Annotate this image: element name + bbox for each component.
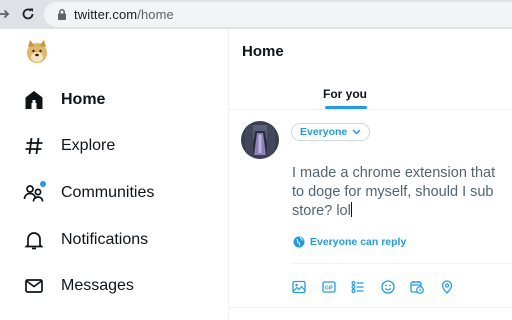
compose-line-3: store? lol	[292, 203, 351, 219]
address-bar[interactable]: twitter.com/home	[44, 2, 512, 27]
image-icon[interactable]	[291, 279, 307, 295]
composer-toolbar: GIF	[291, 279, 468, 295]
schedule-icon[interactable]	[409, 279, 425, 295]
chevron-down-icon	[352, 129, 361, 135]
composer-bottom-divider	[229, 307, 512, 308]
reload-icon[interactable]	[20, 6, 36, 22]
tweet-compose-input[interactable]: I made a chrome extension that to doge f…	[292, 164, 512, 221]
sidebar: Home Explore Communities Notifications M…	[0, 29, 228, 320]
globe-icon	[293, 236, 305, 248]
envelope-icon	[22, 274, 46, 298]
page-title: Home	[242, 43, 284, 60]
sidebar-item-home[interactable]: Home	[22, 83, 222, 117]
main-column: Home For you Everyone I made a chrome ex…	[229, 29, 512, 320]
tabs-divider	[229, 109, 512, 110]
emoji-icon[interactable]	[380, 279, 396, 295]
home-icon	[22, 88, 46, 112]
audience-label: Everyone	[300, 126, 348, 138]
gif-icon[interactable]: GIF	[321, 279, 337, 295]
avatar[interactable]	[241, 121, 279, 159]
bell-icon	[22, 228, 46, 252]
hashtag-icon	[22, 134, 46, 158]
communities-icon	[22, 181, 46, 205]
reply-setting-button[interactable]: Everyone can reply	[293, 236, 406, 248]
composer-divider	[291, 263, 512, 264]
poll-icon[interactable]	[350, 279, 366, 295]
compose-line-1: I made a chrome extension that	[292, 165, 496, 181]
svg-text:GIF: GIF	[324, 285, 332, 291]
reply-setting-label: Everyone can reply	[310, 236, 407, 248]
browser-toolbar: twitter.com/home	[0, 0, 512, 29]
sidebar-item-label: Communities	[61, 184, 155, 201]
location-icon[interactable]	[439, 279, 455, 295]
doge-avatar-icon[interactable]	[24, 38, 50, 64]
sidebar-item-label: Notifications	[61, 231, 149, 248]
communities-badge-dot	[40, 181, 46, 187]
sidebar-item-label: Home	[61, 91, 106, 108]
url-path: /home	[137, 7, 174, 22]
compose-line-2: to doge for myself, should I sub	[292, 184, 494, 200]
sidebar-item-label: Explore	[61, 137, 116, 154]
audience-selector[interactable]: Everyone	[291, 123, 371, 141]
url-host: twitter.com	[74, 7, 138, 22]
url-text: twitter.com/home	[74, 7, 174, 22]
text-caret	[350, 202, 352, 217]
tab-for-you[interactable]: For you	[323, 87, 367, 101]
sidebar-item-label: Messages	[61, 277, 134, 294]
lock-icon	[56, 8, 68, 21]
sidebar-item-notifications[interactable]: Notifications	[22, 223, 222, 257]
sidebar-item-explore[interactable]: Explore	[22, 129, 222, 163]
sidebar-item-messages[interactable]: Messages	[22, 269, 222, 303]
arrow-right-icon[interactable]	[0, 6, 12, 22]
sidebar-item-communities[interactable]: Communities	[22, 176, 222, 210]
